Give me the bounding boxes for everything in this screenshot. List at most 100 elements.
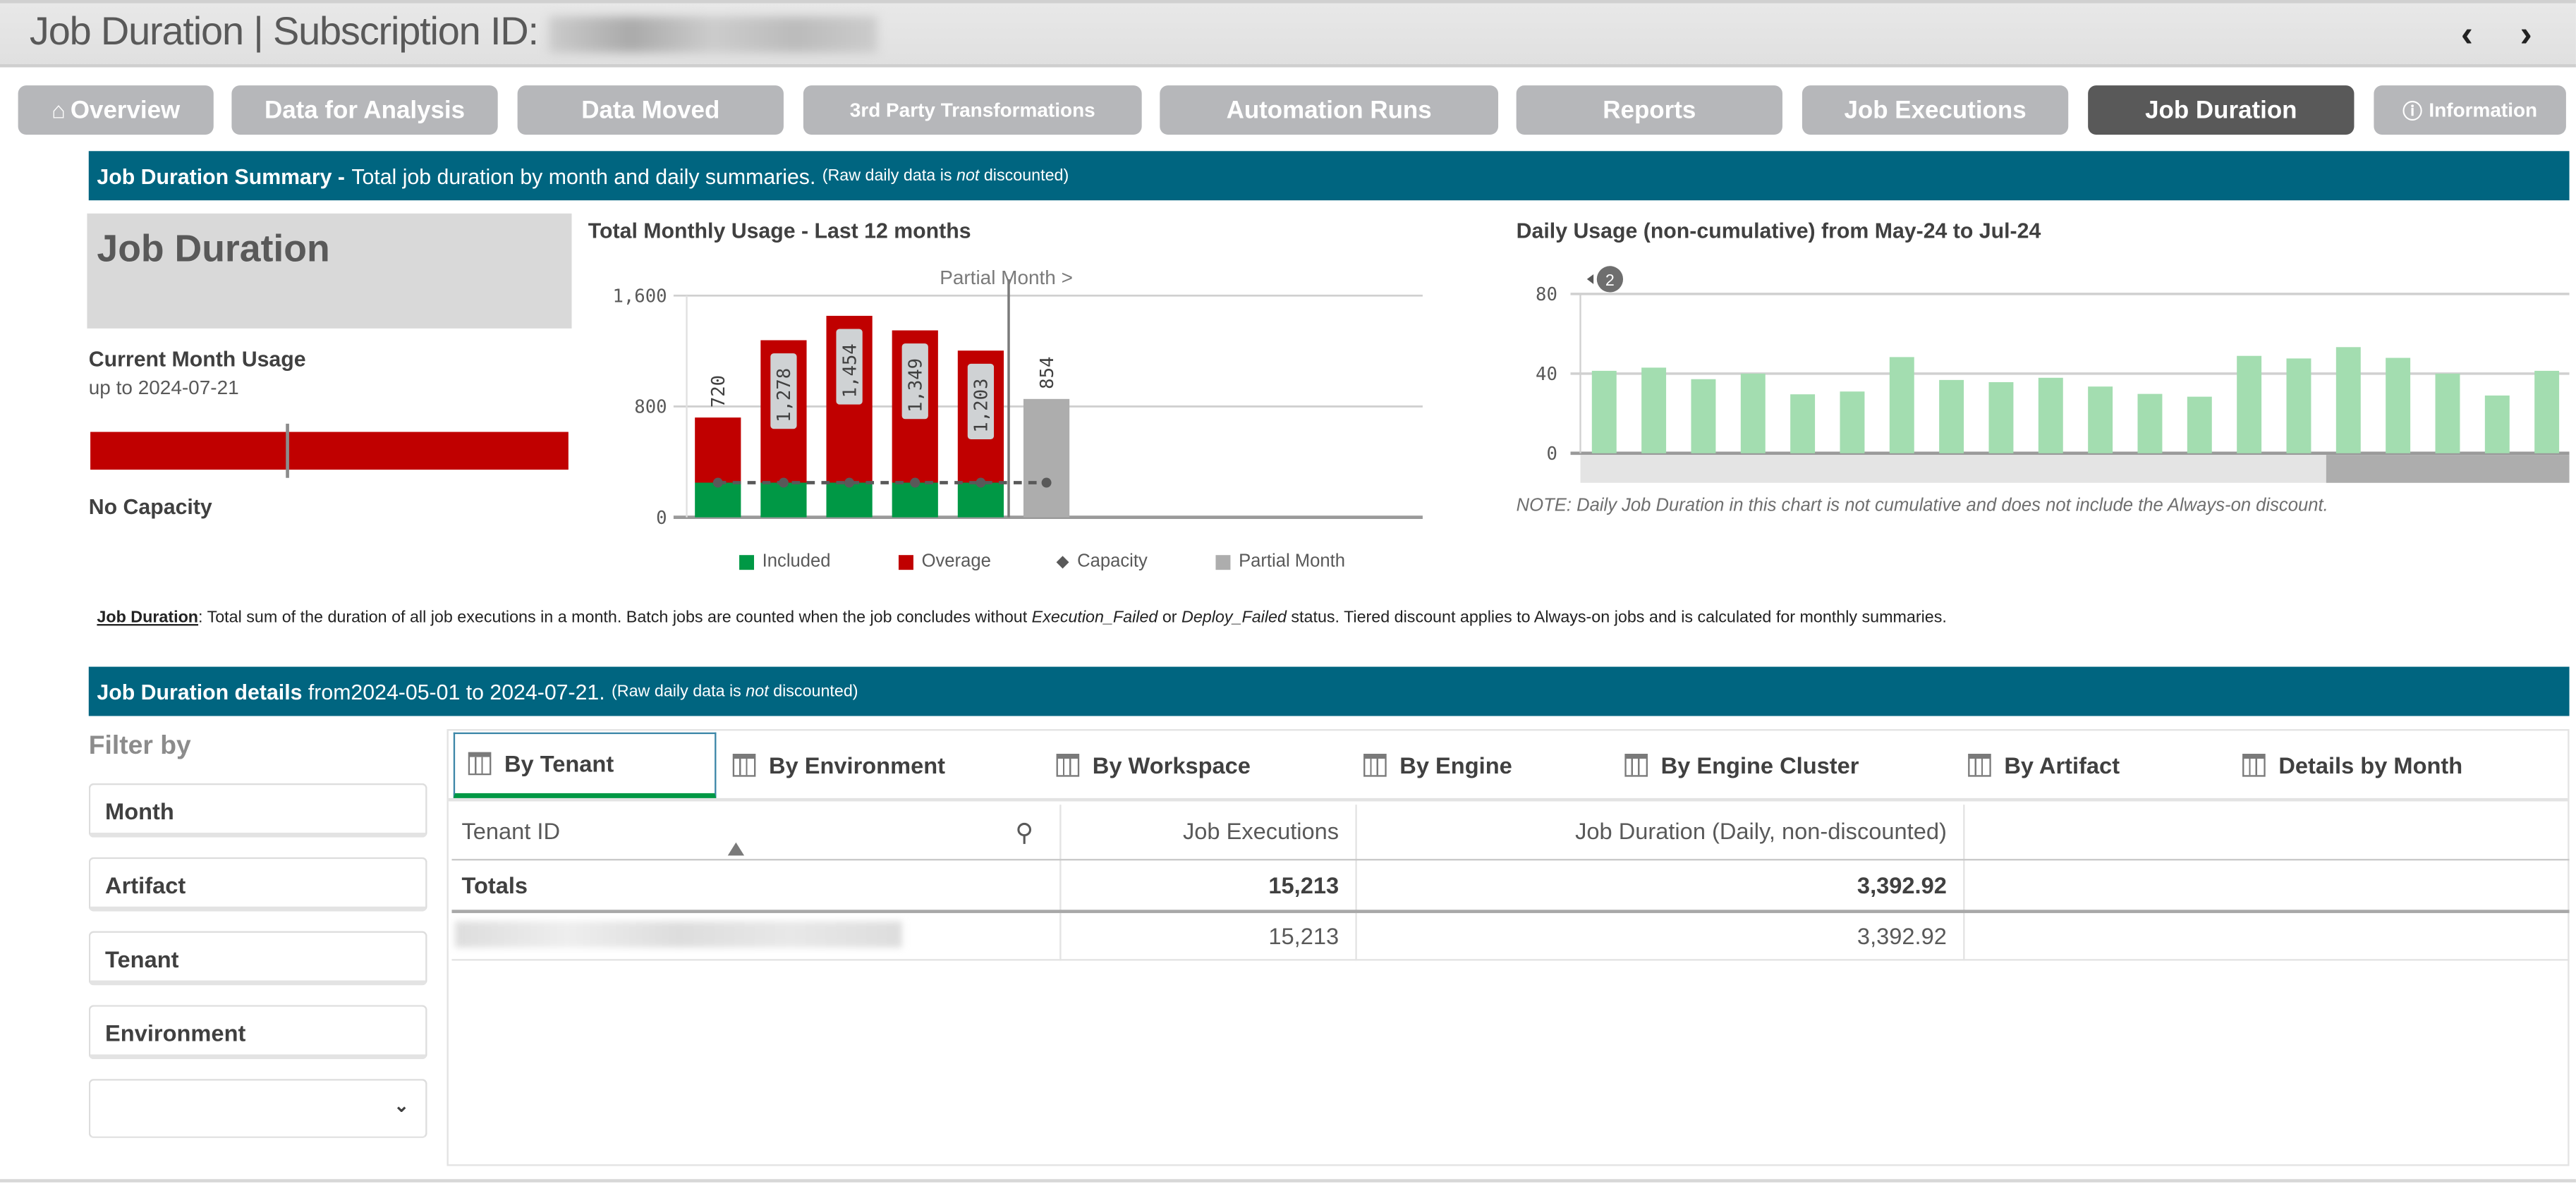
daily-bar [2286,358,2311,453]
scroll-left-icon [1586,274,1594,284]
legend-capacity: ◆ Capacity [1056,551,1148,572]
tab-job-duration[interactable]: Job Duration [2088,85,2355,135]
legend-swatch [1215,554,1231,569]
filter-artifact[interactable]: Artifact [88,857,427,912]
tab-overview[interactable]: ⌂ Overview [18,85,214,135]
chevron-left-icon[interactable]: ‹ [2461,13,2473,56]
kpi-header: Job Duration [87,213,572,329]
capacity-point [910,477,921,488]
daily-bar [1691,379,1716,453]
y-tick-label: 1,600 [612,286,667,307]
daily-bar [1740,373,1766,453]
daily-bar [1840,391,1865,453]
y-tick-label: 80 [1536,284,1557,305]
filter-environment[interactable]: Environment [88,1005,427,1060]
bar-included [957,482,1004,518]
usage-gauge-bar [90,432,569,470]
column-header-job-duration[interactable]: Job Duration (Daily, non-discounted) [1372,818,1947,844]
tab-reports[interactable]: Reports [1516,85,1782,135]
tab-job-executions[interactable]: Job Executions [1802,85,2069,135]
tab-by-engine[interactable]: By Engine [1363,733,1512,798]
scrollbar-thumb[interactable] [2326,455,2570,483]
tab-by-tenant[interactable]: By Tenant [453,732,717,798]
banner-note: (Raw daily data is not discounted) [612,682,858,701]
legend-partial-month: Partial Month [1215,552,1345,571]
daily-bar [1988,381,2014,453]
daily-bar [2038,377,2063,453]
filter-month[interactable]: Month [88,783,427,838]
table-icon [468,752,492,776]
daily-bar [1939,379,1964,453]
page-title: Job Duration | Subscription ID: [30,10,877,56]
tab-by-artifact[interactable]: By Artifact [1968,733,2120,798]
hidden-count-text: 2 [1605,271,1615,289]
chevron-right-icon[interactable]: › [2520,13,2532,56]
banner-text: from2024-05-01 to 2024-07-21. [302,679,605,704]
table-icon [2242,754,2266,777]
usage-label: Current Month Usage [88,346,306,372]
daily-chart-title: Daily Usage (non-cumulative) from May-24… [1516,218,2041,243]
gauge-marker [286,423,289,478]
monthly-usage-chart: 1,600 800 0 720 1,278 1,454 1,349 1,203 854 [612,279,1423,525]
column-header-tenant-id[interactable]: Tenant ID [461,818,560,844]
banner-note: (Raw daily data is not discounted) [822,166,1069,185]
col-divider [1355,805,1357,961]
bar-included [826,482,873,518]
tab-information[interactable]: ⓘ Information [2374,85,2566,135]
search-icon[interactable]: ⚲ [1015,818,1033,848]
data-label: 1,454 [839,343,861,398]
table-icon [1968,754,1991,777]
bar-overage [695,417,741,483]
capacity-point [712,477,723,488]
tab-details-by-month[interactable]: Details by Month [2242,733,2462,798]
capacity-point [844,477,855,488]
column-header-job-executions[interactable]: Job Executions [1076,818,1339,844]
daily-bar [2335,347,2361,453]
daily-bar [2137,393,2163,453]
data-label: 854 [1037,357,1058,389]
daily-bar [2435,373,2460,453]
daily-bar [1790,394,1816,453]
data-label: 1,349 [906,358,927,412]
usage-date: up to 2024-07-21 [88,376,239,399]
daily-chart-note: NOTE: Daily Job Duration in this chart i… [1516,496,2328,516]
totals-label: Totals [461,872,528,898]
subscription-id-redacted [547,16,877,52]
bar-included [892,482,938,518]
header-divider [451,859,2570,861]
table-icon [1056,754,1080,777]
daily-bar [2534,370,2560,453]
col-divider [1963,805,1965,961]
tab-by-engine-cluster[interactable]: By Engine Cluster [1624,733,1859,798]
tab-3rd-party-transformations[interactable]: 3rd Party Transformations [803,85,1142,135]
daily-usage-chart: 80 40 0 2 [1536,266,2570,483]
row-duration: 3,392.92 [1857,922,1947,950]
legend-overage: Overage [898,552,991,571]
col-divider [1059,805,1062,961]
filter-tenant[interactable]: Tenant [88,931,427,986]
data-label: 720 [708,375,729,408]
capacity-point [778,477,789,488]
capacity-point [1041,477,1052,488]
data-label: 1,203 [971,379,992,433]
daily-bar [2088,386,2113,453]
capacity-label: No Capacity [88,494,212,519]
data-label: 1,278 [774,368,795,422]
info-icon: ⓘ [2402,99,2423,123]
capacity-point [976,477,986,488]
tab-by-workspace[interactable]: By Workspace [1056,733,1251,798]
tab-automation-runs[interactable]: Automation Runs [1160,85,1499,135]
tab-data-moved[interactable]: Data Moved [517,85,784,135]
daily-bar [1641,367,1667,453]
app-root: Job Duration | Subscription ID: ‹ › ⌂ Ove… [0,0,2576,1186]
sort-ascending-icon[interactable] [727,842,745,856]
totals-duration: 3,392.92 [1857,872,1947,898]
filter-dropdown[interactable]: ⌄ [88,1079,427,1138]
details-banner: Job Duration details from2024-05-01 to 2… [88,666,2570,716]
banner-title: Job Duration details [97,679,303,704]
row-executions: 15,213 [1268,922,1339,950]
tab-by-environment[interactable]: By Environment [732,733,945,798]
tab-data-for-analysis[interactable]: Data for Analysis [231,85,498,135]
tenant-id-redacted[interactable] [455,921,902,948]
footnote: Job Duration: Total sum of the duration … [97,609,1947,628]
